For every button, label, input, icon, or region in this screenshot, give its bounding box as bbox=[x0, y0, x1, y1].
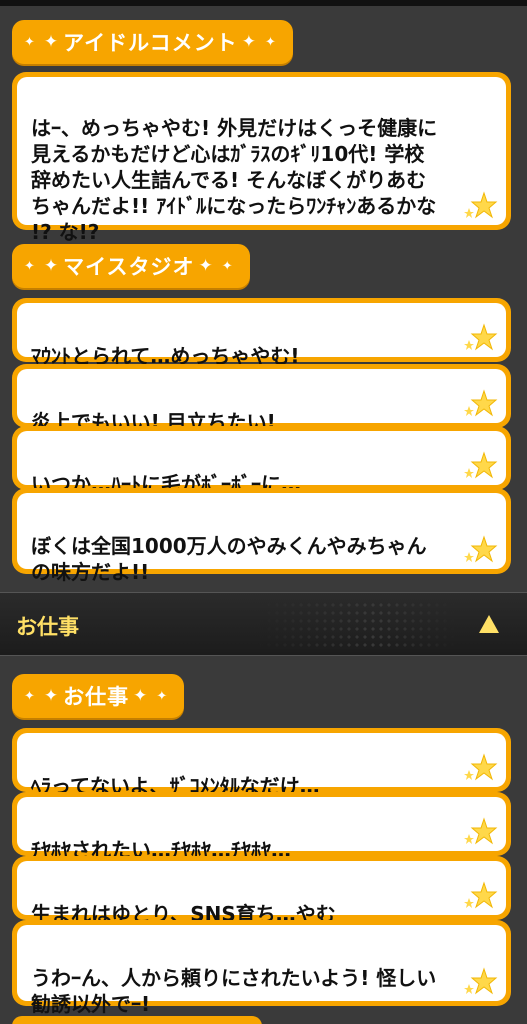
idol-comment-card: はｰ、めっちゃやむ! 外見だけはくっそ健康に 見えるかもだけど心はｶﾞﾗｽのｷﾞ… bbox=[12, 72, 511, 244]
stars-icon bbox=[464, 389, 498, 417]
triangle-up-icon[interactable] bbox=[479, 615, 499, 633]
work-section-header[interactable]: お仕事 bbox=[0, 592, 527, 656]
stars-icon bbox=[464, 451, 498, 479]
studio-line-text: ぼくは全国1000万人のやみくんやみちゃん の味方だよ!! bbox=[31, 534, 427, 584]
stars-icon bbox=[464, 753, 498, 781]
studio-line-card: ﾏｳﾝﾄとられて…めっちゃやむ! bbox=[12, 298, 511, 368]
work-line-card: 生まれはゆとり、SNS育ち…やむ bbox=[12, 856, 511, 926]
my-studio-tab-label: マイスタジオ bbox=[63, 255, 195, 279]
sparkle-icon: ✦ bbox=[221, 258, 234, 274]
sparkle-icon: ✦ bbox=[43, 686, 60, 706]
work-tab: ✦ ✦ お仕事 ✦ ✦ bbox=[12, 674, 185, 718]
my-studio-tab: ✦ ✦ マイスタジオ ✦ ✦ bbox=[12, 244, 250, 288]
work-tab-label: お仕事 bbox=[63, 685, 130, 709]
sparkle-icon: ✦ bbox=[24, 688, 36, 704]
sparkle-icon: ✦ bbox=[264, 34, 277, 50]
stars-icon bbox=[464, 191, 498, 219]
sparkle-icon: ✦ bbox=[24, 258, 36, 274]
stars-icon bbox=[464, 881, 498, 909]
stars-icon bbox=[464, 817, 498, 845]
work-section-title: お仕事 bbox=[16, 615, 79, 639]
stars-icon bbox=[464, 323, 498, 351]
sparkle-icon: ✦ bbox=[198, 256, 214, 276]
sparkle-icon: ✦ bbox=[43, 256, 60, 276]
sparkle-icon: ✦ bbox=[241, 32, 257, 52]
studio-line-card: いつか…ﾊｰﾄに毛がﾎﾞｰﾎﾞｰに… bbox=[12, 426, 511, 496]
sparkle-icon: ✦ bbox=[43, 32, 60, 52]
sparkle-icon: ✦ bbox=[156, 688, 169, 704]
idol-comment-tab: ✦ ✦ アイドルコメント ✦ ✦ bbox=[12, 20, 293, 64]
work-line-text: うわｰん、人から頼りにされたいよう! 怪しい 勧誘以外でｰ! bbox=[31, 966, 437, 1016]
studio-line-card: ぼくは全国1000万人のやみくんやみちゃん の味方だよ!! bbox=[12, 488, 511, 584]
work-line-card: うわｰん、人から頼りにされたいよう! 怪しい 勧誘以外でｰ! bbox=[12, 920, 511, 1016]
idol-comment-tab-label: アイドルコメント bbox=[63, 31, 238, 55]
next-section-tab bbox=[12, 1016, 262, 1024]
studio-line-card: 炎上でもいい! 目立ちたい! bbox=[12, 364, 511, 434]
stars-icon bbox=[464, 535, 498, 563]
top-bar bbox=[0, 0, 527, 6]
stars-icon bbox=[464, 967, 498, 995]
work-line-card: ﾍﾗってないよ、ｻﾞｺﾒﾝﾀﾙなだけ… bbox=[12, 728, 511, 798]
sparkle-icon: ✦ bbox=[24, 34, 36, 50]
idol-comment-text: はｰ、めっちゃやむ! 外見だけはくっそ健康に 見えるかもだけど心はｶﾞﾗｽのｷﾞ… bbox=[31, 116, 438, 244]
sparkle-icon: ✦ bbox=[133, 686, 149, 706]
work-line-card: ﾁﾔﾎﾔされたい…ﾁﾔﾎﾔ…ﾁﾔﾎﾔ… bbox=[12, 792, 511, 862]
dot-pattern bbox=[257, 601, 457, 649]
